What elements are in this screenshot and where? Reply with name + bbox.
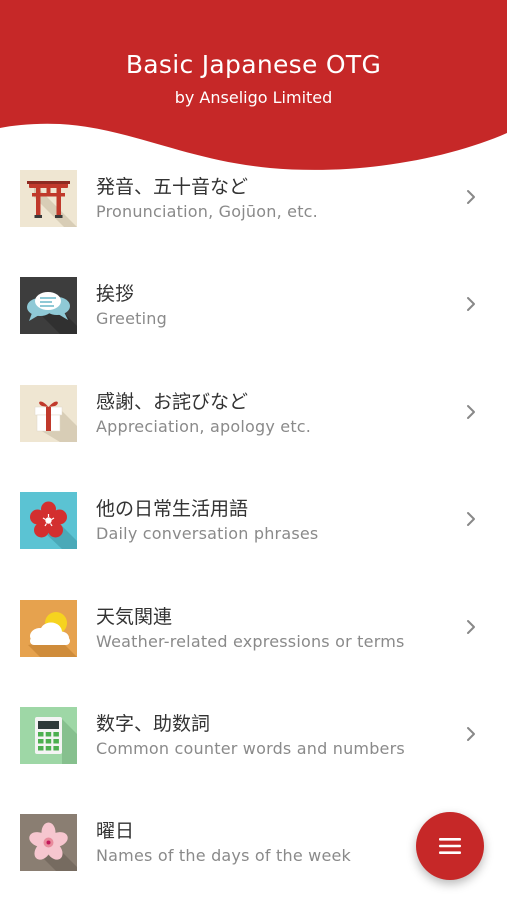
sun-cloud-icon bbox=[20, 599, 77, 657]
chevron-right-icon bbox=[467, 297, 475, 312]
chevron-right-icon bbox=[467, 190, 475, 204]
category-subtitle: Daily conversation phrases bbox=[96, 524, 319, 544]
category-title: 天気関連 bbox=[96, 605, 173, 628]
plum-blossom-icon bbox=[20, 492, 77, 550]
category-list: 発音、五十音など Pronunciation, Gojūon, etc. 挨拶 … bbox=[0, 143, 507, 895]
category-subtitle: Weather-related expressions or terms bbox=[96, 631, 405, 651]
app-screen: Basic Japanese OTG by Anseligo Limited 発… bbox=[0, 0, 507, 900]
category-title: 他の日常生活用語 bbox=[96, 498, 249, 521]
category-subtitle: Greeting bbox=[96, 309, 167, 329]
sakura-flower-icon bbox=[20, 814, 77, 872]
chevron-right-icon bbox=[467, 726, 475, 741]
category-row-pronunciation[interactable]: 発音、五十音など Pronunciation, Gojūon, etc. bbox=[0, 143, 507, 250]
category-title: 挨拶 bbox=[96, 283, 135, 306]
gift-box-icon bbox=[20, 384, 77, 442]
category-subtitle: Pronunciation, Gojūon, etc. bbox=[96, 202, 318, 221]
calculator-icon bbox=[20, 706, 77, 764]
category-title: 数字、助数詞 bbox=[96, 712, 211, 735]
category-row-numbers[interactable]: 数字、助数詞 Common counter words and numbers bbox=[0, 680, 507, 787]
chevron-right-icon bbox=[467, 404, 475, 419]
category-subtitle: Appreciation, apology etc. bbox=[96, 416, 312, 436]
menu-fab-button[interactable] bbox=[416, 812, 484, 880]
category-row-weather[interactable]: 天気関連 Weather-related expressions or term… bbox=[0, 573, 507, 680]
category-subtitle: Common counter words and numbers bbox=[96, 738, 405, 758]
speech-bubbles-icon bbox=[20, 277, 77, 335]
category-subtitle: Names of the days of the week bbox=[96, 846, 352, 866]
chevron-right-icon bbox=[467, 619, 475, 634]
torii-gate-icon bbox=[20, 170, 77, 227]
category-row-greeting[interactable]: 挨拶 Greeting bbox=[0, 250, 507, 357]
app-title: Basic Japanese OTG bbox=[125, 50, 382, 79]
hamburger-menu-icon bbox=[439, 838, 461, 854]
category-row-daily-phrases[interactable]: 他の日常生活用語 Daily conversation phrases bbox=[0, 465, 507, 572]
app-subtitle: by Anseligo Limited bbox=[174, 88, 333, 107]
category-title: 曜日 bbox=[96, 820, 135, 843]
category-title: 発音、五十音など bbox=[96, 176, 249, 198]
category-row-appreciation[interactable]: 感謝、お詫びなど Appreciation, apology etc. bbox=[0, 358, 507, 465]
chevron-right-icon bbox=[467, 512, 475, 527]
category-title: 感謝、お詫びなど bbox=[96, 390, 249, 413]
